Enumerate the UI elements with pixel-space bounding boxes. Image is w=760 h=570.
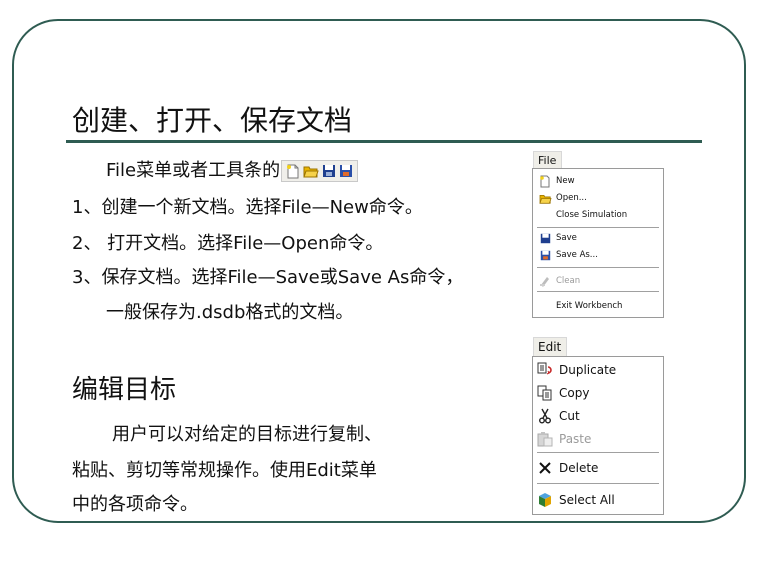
file-menu: New Open... Close Simulation Save Save A…	[532, 168, 664, 318]
edit-desc-2: 粘贴、剪切等常规操作。使用Edit菜单	[72, 460, 377, 481]
menu-item-new[interactable]: New	[537, 173, 575, 189]
title-rule	[66, 140, 702, 143]
section-title-edit: 编辑目标	[72, 375, 177, 405]
menu-item-copy[interactable]: Copy	[537, 385, 589, 401]
menu-separator	[537, 267, 659, 268]
menu-item-open[interactable]: Open...	[537, 190, 587, 206]
section-title-file: 创建、打开、保存文档	[72, 104, 353, 137]
menu-separator	[537, 291, 659, 292]
menu-item-save-as[interactable]: Save As...	[537, 247, 598, 263]
save-icon[interactable]	[322, 164, 336, 178]
menu-item-duplicate[interactable]: Duplicate	[537, 362, 616, 378]
delete-x-icon	[537, 460, 553, 476]
step-new: 1、创建一个新文档。选择File—New命令。	[72, 197, 423, 218]
step-save-format: 一般保存为.dsdb格式的文档。	[106, 302, 354, 323]
intro-line: File菜单或者工具条的	[106, 156, 359, 182]
file-toolbar	[281, 160, 359, 182]
intro-text: File菜单或者工具条的	[106, 160, 281, 181]
menu-item-close-simulation[interactable]: Close Simulation	[537, 207, 627, 223]
clean-icon	[537, 273, 553, 289]
edit-menu: Duplicate Copy Cut Paste Delete Select A…	[532, 356, 664, 515]
duplicate-icon	[537, 362, 553, 378]
menu-item-select-all[interactable]: Select All	[537, 492, 615, 508]
edit-menu-label[interactable]: Edit	[533, 337, 568, 357]
menu-item-cut[interactable]: Cut	[537, 408, 580, 424]
menu-item-save[interactable]: Save	[537, 230, 577, 246]
paste-icon	[537, 431, 553, 447]
edit-desc-1: 用户可以对给定的目标进行复制、	[112, 424, 382, 445]
menu-separator	[537, 452, 659, 453]
menu-item-clean: Clean	[537, 273, 580, 289]
menu-separator	[537, 483, 659, 484]
menu-item-exit-workbench[interactable]: Exit Workbench	[537, 298, 622, 314]
save-as-icon	[537, 247, 553, 263]
scissors-icon	[537, 408, 553, 424]
copy-icon	[537, 385, 553, 401]
edit-desc-3: 中的各项命令。	[72, 494, 198, 515]
save-icon	[537, 230, 553, 246]
menu-item-paste: Paste	[537, 431, 591, 447]
open-folder-icon[interactable]	[303, 164, 319, 178]
menu-separator	[537, 227, 659, 228]
new-icon	[537, 173, 553, 189]
save-as-icon[interactable]	[339, 164, 353, 178]
menu-item-delete[interactable]: Delete	[537, 460, 598, 476]
open-folder-icon	[537, 190, 553, 206]
select-all-icon	[537, 492, 553, 508]
step-open: 2、 打开文档。选择File—Open命令。	[72, 233, 384, 254]
new-icon[interactable]	[286, 164, 300, 179]
step-save: 3、保存文档。选择File—Save或Save As命令，	[72, 267, 464, 288]
